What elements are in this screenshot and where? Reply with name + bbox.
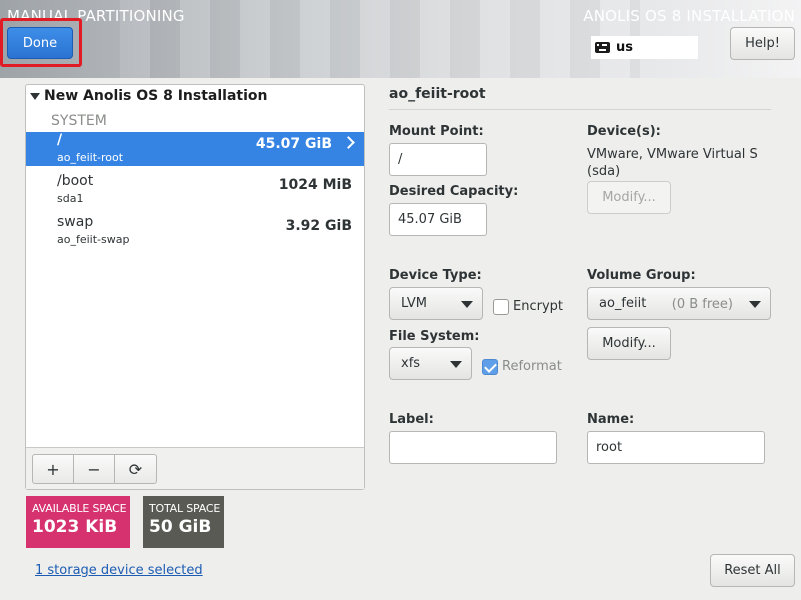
modify-devices-button[interactable]: Modify... (587, 181, 671, 214)
available-space-label: AVAILABLE SPACE (32, 502, 127, 515)
remove-partition-button[interactable]: − (74, 455, 115, 483)
expander-triangle-icon (30, 92, 40, 100)
add-partition-button[interactable]: + (33, 455, 74, 483)
keyboard-layout-indicator[interactable]: us (591, 36, 698, 59)
keyboard-icon (595, 42, 612, 53)
file-system-value: xfs (401, 356, 421, 371)
file-system-dropdown[interactable]: xfs (389, 347, 472, 380)
modify-volume-group-button[interactable]: Modify... (587, 327, 671, 360)
volume-group-dropdown[interactable]: ao_feiit (0 B free) (587, 287, 771, 320)
system-group-label: SYSTEM (51, 113, 107, 129)
available-space-value: 1023 KiB (32, 517, 118, 537)
reformat-label: Reformat (502, 359, 562, 374)
partition-tree-panel: New Anolis OS 8 Installation SYSTEM / ao… (25, 84, 365, 490)
done-button[interactable]: Done (7, 27, 73, 59)
desired-capacity-label: Desired Capacity: (389, 184, 519, 199)
file-system-label: File System: (389, 329, 480, 344)
dropdown-arrow-icon (749, 301, 761, 308)
reset-all-button[interactable]: Reset All (710, 554, 795, 587)
devices-description: VMware, VMware Virtual S (sda) (587, 146, 758, 180)
available-space-box: AVAILABLE SPACE 1023 KiB (26, 496, 130, 548)
partition-mount: swap (57, 214, 94, 230)
partition-row-boot[interactable]: /boot sda1 1024 MiB (26, 173, 364, 207)
device-type-value: LVM (401, 296, 427, 311)
device-type-label: Device Type: (389, 268, 482, 283)
installation-expander[interactable]: New Anolis OS 8 Installation (30, 88, 268, 104)
devices-name: VMware, VMware Virtual S (587, 147, 758, 162)
devices-id: (sda) (587, 164, 621, 179)
partition-device: sda1 (57, 192, 84, 205)
refresh-icon[interactable]: ⟳ (115, 455, 156, 483)
label-field-label: Label: (389, 412, 434, 427)
partition-device: ao_feiit-root (57, 151, 124, 164)
device-type-dropdown[interactable]: LVM (389, 287, 483, 320)
chevron-right-icon (342, 136, 355, 149)
name-input[interactable]: root (587, 431, 765, 464)
detail-separator (389, 109, 771, 110)
partition-size: 3.92 GiB (285, 218, 352, 234)
partition-mount: /boot (57, 173, 94, 189)
help-button[interactable]: Help! (730, 27, 795, 60)
mount-point-label: Mount Point: (389, 124, 484, 139)
encrypt-label: Encrypt (513, 299, 563, 314)
total-space-value: 50 GiB (149, 517, 212, 537)
installation-title: New Anolis OS 8 Installation (44, 88, 268, 104)
partition-row-root[interactable]: / ao_feiit-root 45.07 GiB (26, 132, 364, 166)
total-space-box: TOTAL SPACE 50 GiB (143, 496, 224, 548)
partition-tool-group: + − ⟳ (32, 454, 157, 484)
volume-group-free: (0 B free) (671, 297, 733, 312)
partition-row-swap[interactable]: swap ao_feiit-swap 3.92 GiB (26, 214, 364, 248)
storage-devices-link[interactable]: 1 storage device selected (35, 563, 203, 578)
name-field-label: Name: (587, 412, 635, 427)
partition-mount: / (57, 132, 63, 148)
partition-size: 1024 MiB (278, 177, 352, 193)
product-title: ANOLIS OS 8 INSTALLATION (583, 7, 795, 25)
volume-group-label: Volume Group: (587, 268, 696, 283)
partition-size: 45.07 GiB (255, 136, 332, 152)
dropdown-arrow-icon (450, 361, 462, 368)
encrypt-checkbox[interactable] (493, 299, 509, 315)
volume-group-value: ao_feiit (599, 296, 647, 311)
devices-label: Device(s): (587, 124, 661, 139)
dropdown-arrow-icon (461, 301, 473, 308)
total-space-label: TOTAL SPACE (149, 502, 221, 515)
desired-capacity-input[interactable]: 45.07 GiB (389, 203, 487, 236)
partition-device: ao_feiit-swap (57, 233, 130, 246)
label-input[interactable] (389, 431, 557, 464)
keyboard-layout-label: us (616, 40, 633, 55)
mount-point-input[interactable]: / (389, 143, 487, 176)
reformat-checkbox[interactable] (482, 359, 498, 375)
partition-toolbar: + − ⟳ (26, 447, 364, 489)
partition-detail-title: ao_feiit-root (389, 86, 486, 102)
